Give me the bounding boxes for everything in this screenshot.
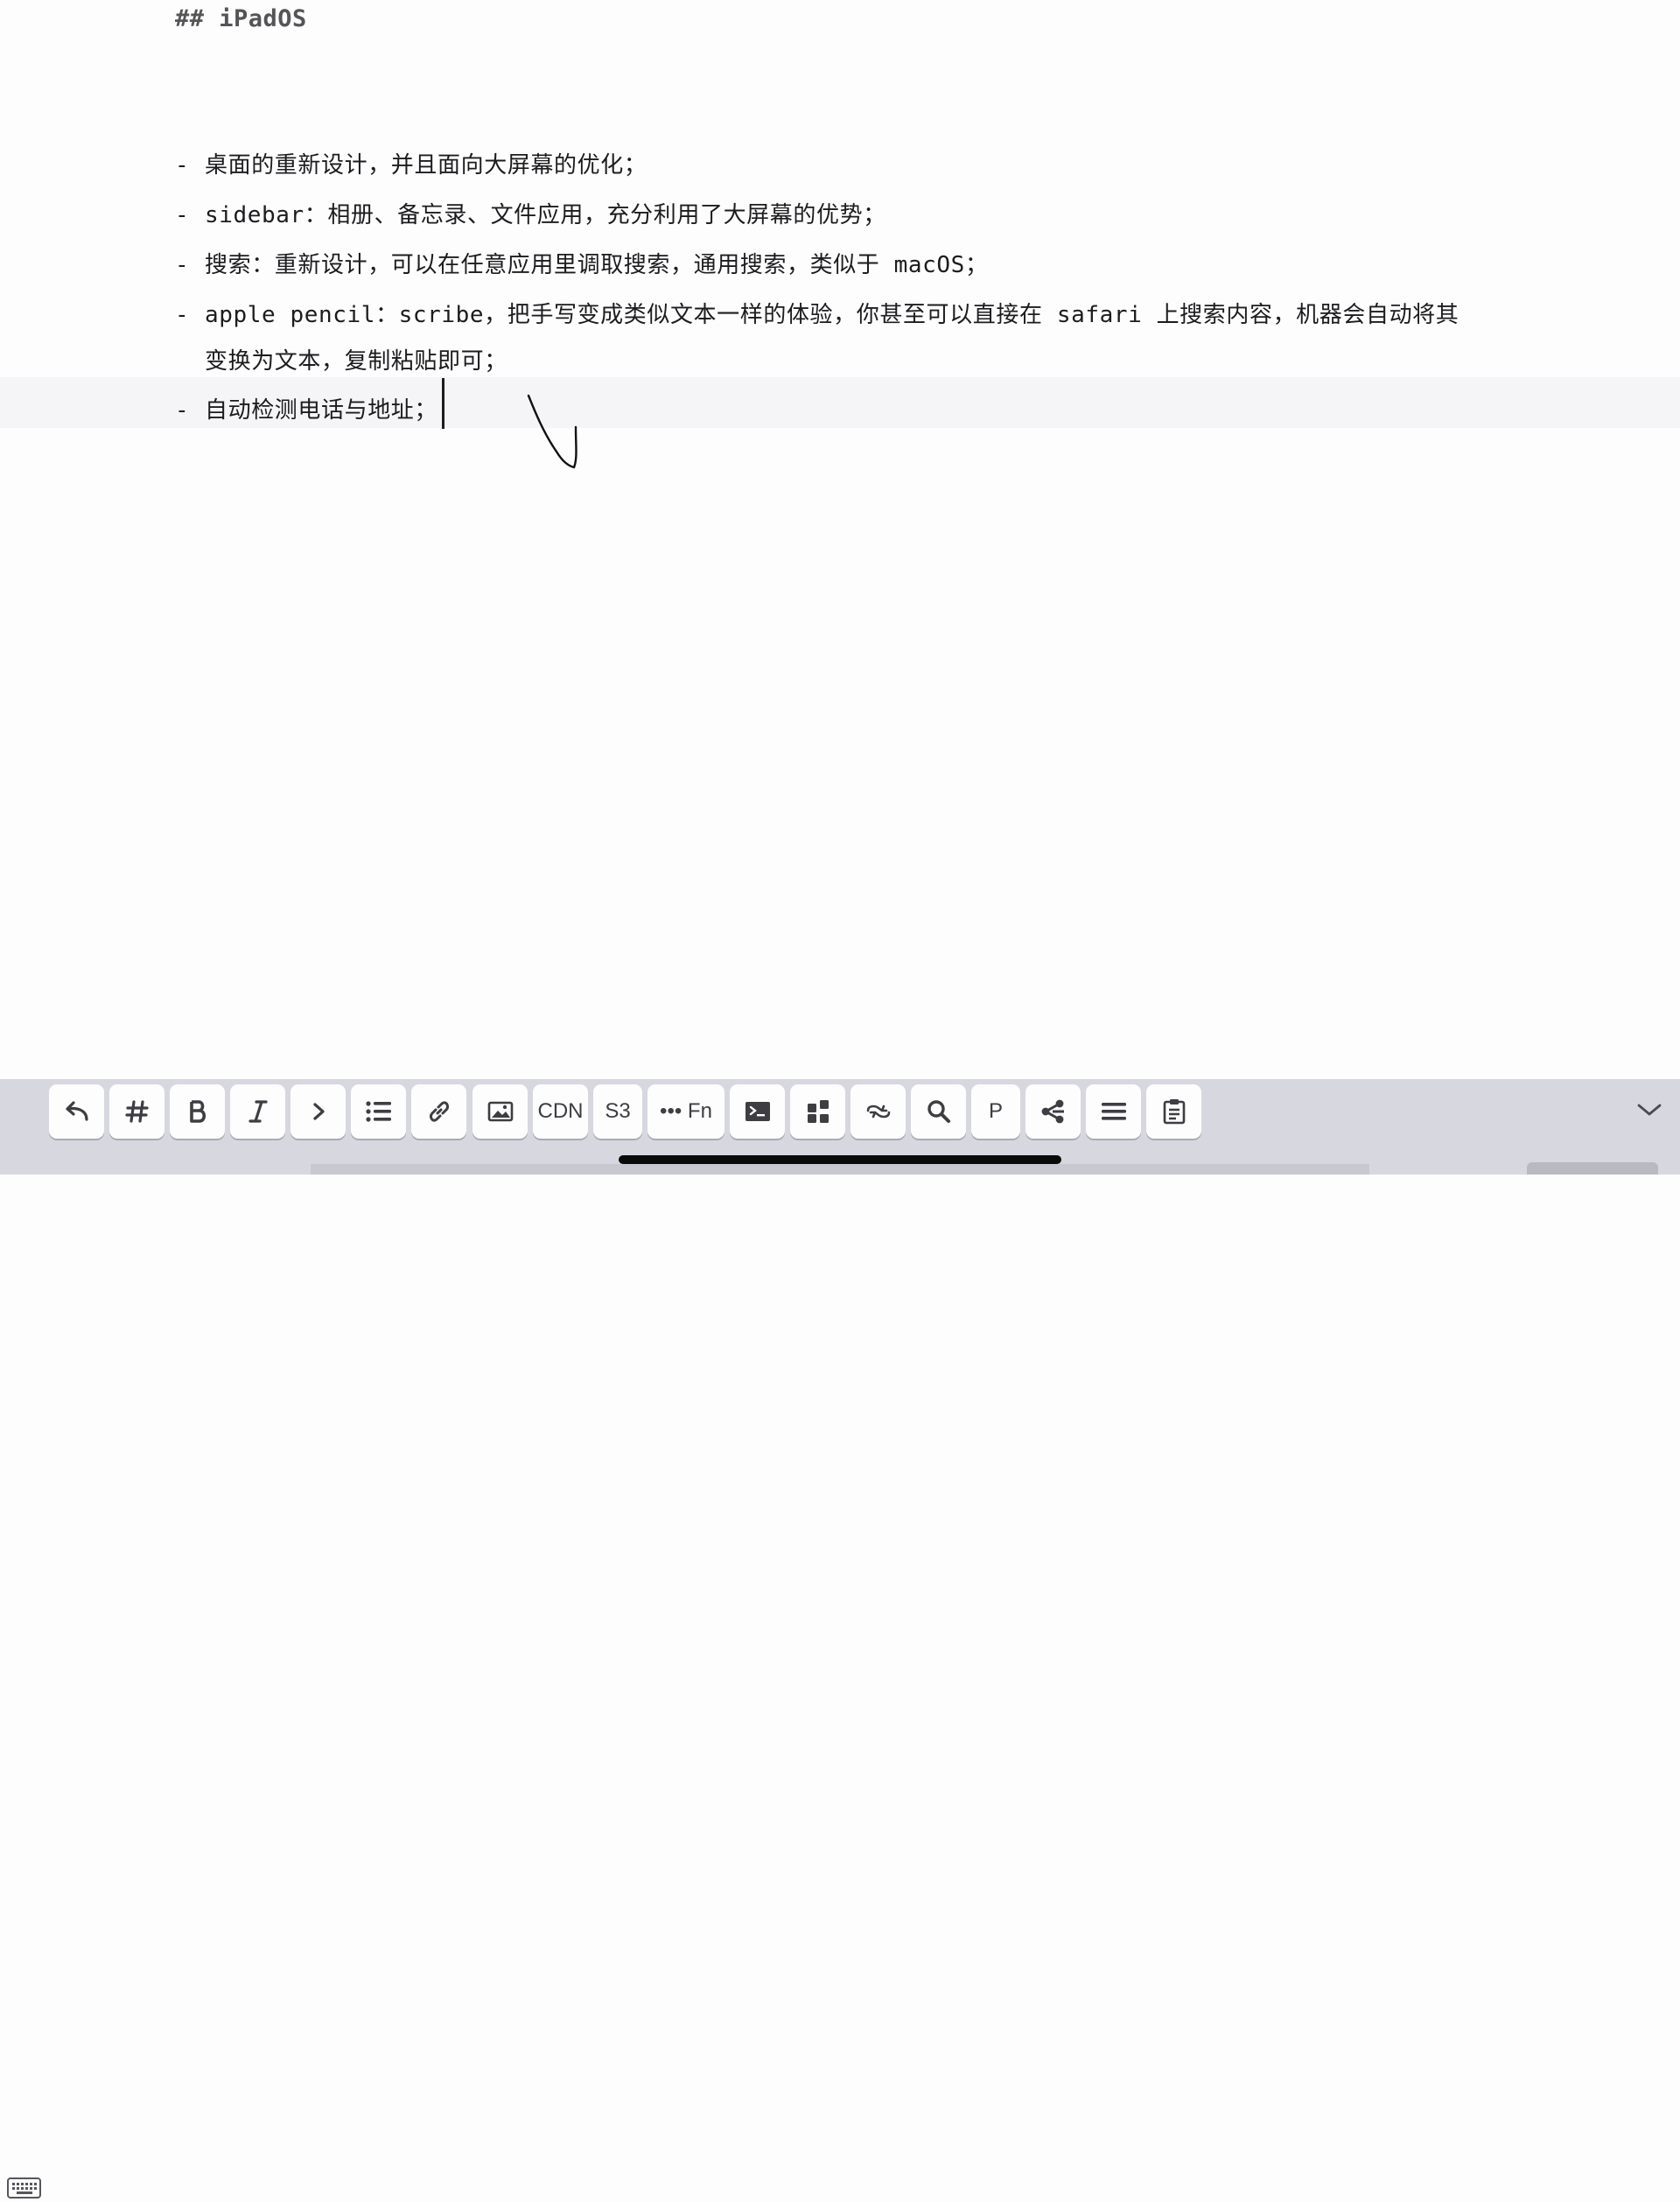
list-item-text: 自动检测电话与地址； <box>205 397 438 424</box>
undo-button[interactable] <box>49 1084 104 1139</box>
italic-button[interactable] <box>230 1084 285 1139</box>
terminal-button[interactable] <box>730 1084 785 1139</box>
bullet-marker: - <box>175 397 190 424</box>
link-button[interactable] <box>411 1084 466 1139</box>
list-item-text: apple pencil：scribe，把手写变成类似文本一样的体验，你甚至可以… <box>205 302 1460 328</box>
search-button[interactable] <box>911 1084 966 1139</box>
cycle-icon <box>866 1105 890 1119</box>
grid-icon <box>807 1100 829 1123</box>
fn-button[interactable]: ••• Fn <box>648 1084 724 1139</box>
bullet-marker: - <box>175 152 190 179</box>
cycle-button[interactable] <box>850 1084 906 1139</box>
s3-button[interactable]: S3 <box>593 1084 642 1139</box>
bold-button[interactable] <box>170 1084 225 1139</box>
menu-icon <box>1101 1103 1126 1120</box>
clipboard-button[interactable] <box>1146 1084 1201 1139</box>
terminal-icon <box>745 1102 770 1121</box>
heading-button[interactable] <box>109 1084 164 1139</box>
bullet-marker: - <box>175 202 190 228</box>
bold-icon <box>189 1100 206 1123</box>
link-icon <box>429 1101 449 1122</box>
hash-icon <box>124 1100 149 1123</box>
keyboard-icon[interactable] <box>7 2176 42 2202</box>
list-item: - 搜索：重新设计，可以在任意应用里调取搜索，通用搜索，类似于 macOS； <box>175 247 989 279</box>
cdn-button[interactable]: CDN <box>533 1084 588 1139</box>
bottom-strip <box>311 1164 1369 1175</box>
list-button[interactable] <box>351 1084 406 1139</box>
list-item: - apple pencil：scribe，把手写变成类似文本一样的体验，你甚至可… <box>175 297 1459 329</box>
editor-area[interactable]: ## iPadOS - 桌面的重新设计，并且面向大屏幕的优化； - sidebar：… <box>0 0 1680 1079</box>
p-button[interactable]: P <box>971 1084 1020 1139</box>
menu-button[interactable] <box>1086 1084 1141 1139</box>
home-indicator[interactable] <box>619 1155 1061 1164</box>
bullet-marker: - <box>175 252 190 278</box>
list-item-text: 桌面的重新设计，并且面向大屏幕的优化； <box>205 152 648 179</box>
widgets-button[interactable] <box>790 1084 845 1139</box>
chevron-down-icon[interactable] <box>1636 1101 1662 1119</box>
share-button[interactable] <box>1026 1084 1081 1139</box>
list-item: - 自动检测电话与地址； <box>175 392 438 424</box>
chevron-right-icon <box>312 1103 325 1120</box>
undo-icon <box>65 1101 88 1121</box>
list-item: - sidebar：相册、备忘录、文件应用，充分利用了大屏幕的优势； <box>175 197 886 229</box>
list-item-text: 搜索：重新设计，可以在任意应用里调取搜索，通用搜索，类似于 macOS； <box>205 252 989 278</box>
list-item-text: sidebar：相册、备忘录、文件应用，充分利用了大屏幕的优势； <box>205 202 886 228</box>
pencil-scribble <box>527 394 578 469</box>
search-icon <box>927 1100 950 1123</box>
image-button[interactable] <box>472 1084 528 1139</box>
text-caret <box>442 378 444 429</box>
italic-icon <box>248 1100 268 1123</box>
bottom-tab <box>1527 1162 1658 1175</box>
clipboard-icon <box>1163 1099 1185 1125</box>
quote-button[interactable] <box>290 1084 346 1139</box>
list-item: - 桌面的重新设计，并且面向大屏幕的优化； <box>175 147 647 179</box>
list-icon <box>365 1101 391 1122</box>
share-icon <box>1041 1099 1064 1124</box>
bullet-marker: - <box>175 302 190 328</box>
markdown-heading: ## iPadOS <box>175 5 307 32</box>
list-item-continuation: 变换为文本，复制粘贴即可； <box>205 348 508 375</box>
image-icon <box>487 1101 513 1122</box>
